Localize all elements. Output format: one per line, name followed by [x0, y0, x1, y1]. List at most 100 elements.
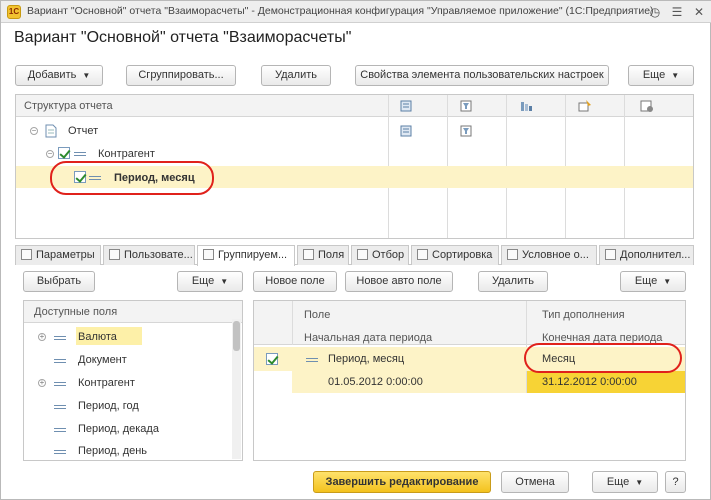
grouping-icon [74, 152, 86, 156]
settings-window: 1С Вариант "Основной" отчета "Взаиморасч… [0, 0, 711, 500]
tab-grouping[interactable]: Группируем... [197, 245, 295, 266]
counterparty-checkbox[interactable] [58, 147, 70, 159]
item-properties-button[interactable]: Свойства элемента пользовательских настр… [355, 65, 609, 86]
parameters-icon [21, 249, 32, 260]
group-button[interactable]: Сгруппировать... [126, 65, 236, 86]
app-logo-icon: 1С [7, 5, 21, 19]
structure-header-label: Структура отчета [24, 100, 113, 112]
available-fields-header-label: Доступные поля [34, 306, 118, 318]
cancel-button[interactable]: Отмена [501, 471, 569, 493]
field-currency[interactable]: Валюта [78, 331, 117, 343]
filter-icon [357, 249, 368, 260]
highlight-annotation [524, 343, 682, 373]
sort-icon[interactable] [519, 99, 533, 113]
field-counterparty[interactable]: Контрагент [78, 377, 135, 389]
collapse-icon[interactable]: − [46, 150, 54, 158]
highlight-annotation [50, 161, 214, 195]
title-bar: 1С Вариант "Основной" отчета "Взаиморасч… [1, 1, 711, 23]
more-button-label: Еще [191, 275, 215, 287]
chevron-down-icon: ▼ [635, 477, 644, 487]
other-settings-icon [605, 249, 616, 260]
report-structure-tree[interactable]: Структура отчета − Отчет − Контрагент Пе… [15, 94, 694, 239]
filter-icon[interactable] [460, 124, 474, 138]
more-button-label: Еще [606, 475, 630, 488]
expand-icon[interactable]: + [38, 379, 46, 387]
tab-label: Условное о... [522, 249, 589, 261]
collapse-icon[interactable]: − [30, 127, 38, 135]
add-button[interactable]: Добавить ▼ [15, 65, 103, 86]
chevron-down-icon: ▼ [671, 71, 680, 80]
field-icon [54, 450, 66, 454]
tab-user[interactable]: Пользовате... [103, 245, 195, 265]
user-icon [109, 249, 120, 260]
tab-additional[interactable]: Дополнител... [599, 245, 694, 265]
fields-icon [303, 249, 314, 260]
tab-label: Пользовате... [124, 249, 193, 261]
grouping-fields-table[interactable]: Поле Тип дополнения Начальная дата перио… [253, 300, 686, 461]
available-fields-header: Доступные поля [24, 301, 242, 323]
window-title: Вариант "Основной" отчета "Взаиморасчеты… [27, 5, 654, 17]
other-settings-icon[interactable] [640, 99, 654, 113]
tab-conditional[interactable]: Условное о... [501, 245, 597, 265]
conditional-format-icon[interactable] [578, 99, 592, 113]
left-more-button[interactable]: Еще ▼ [177, 271, 243, 292]
chevron-down-icon: ▼ [663, 277, 672, 286]
more-button-label: Еще [642, 69, 666, 81]
chevron-down-icon: ▼ [220, 277, 229, 286]
sort-icon [417, 249, 428, 260]
period-end-value[interactable]: 31.12.2012 0:00:00 [542, 376, 637, 388]
delete-field-button[interactable]: Удалить [478, 271, 548, 292]
field-icon [54, 359, 66, 363]
available-fields-list[interactable]: Доступные поля + Валюта Документ + Контр… [23, 300, 243, 461]
grouping-use-checkbox[interactable] [266, 353, 278, 365]
grouping-field-name[interactable]: Период, месяц [328, 353, 404, 365]
expand-icon[interactable]: + [38, 333, 46, 341]
select-button[interactable]: Выбрать [23, 271, 95, 292]
tab-fields[interactable]: Поля [297, 245, 349, 265]
tab-parameters[interactable]: Параметры [15, 245, 101, 265]
new-auto-field-button[interactable]: Новое авто поле [345, 271, 453, 292]
page-title: Вариант "Основной" отчета "Взаиморасчеты… [14, 29, 352, 46]
field-document[interactable]: Документ [78, 354, 127, 366]
footer-more-button[interactable]: Еще ▼ [592, 471, 658, 493]
fields-icon[interactable] [400, 124, 414, 138]
finish-editing-button[interactable]: Завершить редактирование [313, 471, 491, 493]
tree-item-report[interactable]: Отчет [68, 125, 98, 137]
close-icon[interactable]: ✕ [691, 4, 707, 20]
menu-icon[interactable]: ☰ [669, 4, 685, 20]
field-period-decade[interactable]: Период, декада [78, 423, 159, 435]
tab-label: Группируем... [218, 249, 288, 261]
filter-icon[interactable] [460, 99, 474, 113]
available-fields-scrollbar[interactable] [232, 319, 241, 459]
period-start-value[interactable]: 01.05.2012 0:00:00 [328, 376, 423, 388]
tab-label: Параметры [36, 249, 95, 261]
fields-icon[interactable] [400, 99, 414, 113]
settings-tabs: Параметры Пользовате... Группируем... По… [15, 245, 694, 266]
field-icon [54, 405, 66, 409]
delete-button[interactable]: Удалить [261, 65, 331, 86]
scrollbar-thumb[interactable] [233, 321, 240, 351]
tab-label: Поля [318, 249, 345, 261]
tree-item-counterparty[interactable]: Контрагент [98, 148, 155, 160]
chevron-down-icon: ▼ [82, 71, 91, 80]
field-icon [306, 358, 318, 362]
new-field-button[interactable]: Новое поле [253, 271, 337, 292]
help-button[interactable]: ? [665, 471, 686, 493]
field-icon [54, 336, 66, 340]
field-icon [54, 382, 66, 386]
add-button-label: Добавить [27, 69, 77, 81]
field-icon [54, 428, 66, 432]
tab-label: Дополнител... [620, 249, 691, 261]
field-period-year[interactable]: Период, год [78, 400, 139, 412]
col-type-header: Тип дополнения [542, 309, 625, 321]
col-field-header: Поле [304, 309, 331, 321]
tab-filter[interactable]: Отбор [351, 245, 409, 265]
tab-sort[interactable]: Сортировка [411, 245, 499, 265]
col-start-header: Начальная дата периода [304, 332, 433, 344]
conditional-format-icon [507, 249, 518, 260]
history-icon[interactable]: ◷ [647, 4, 663, 20]
more-button[interactable]: Еще ▼ [628, 65, 694, 86]
field-period-day[interactable]: Период, день [78, 445, 147, 457]
right-more-button[interactable]: Еще ▼ [620, 271, 686, 292]
more-button-label: Еще [634, 275, 658, 287]
